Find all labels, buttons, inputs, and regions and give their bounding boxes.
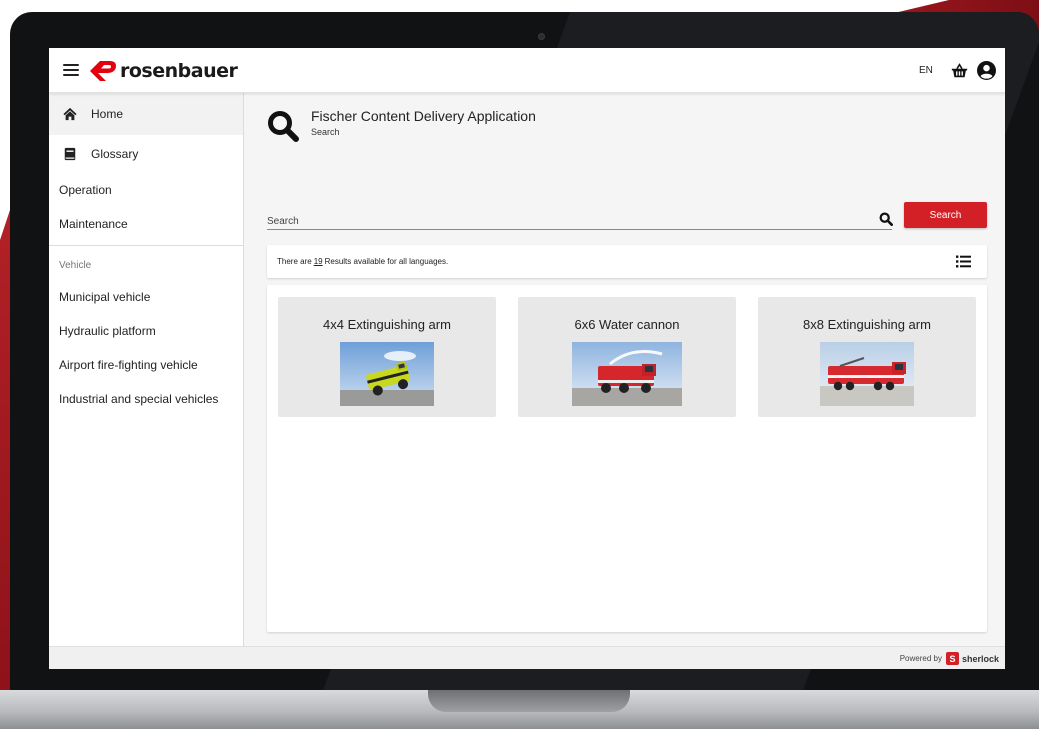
search-row: Search: [267, 202, 987, 230]
powered-by-label: Powered by: [899, 654, 942, 663]
app-screen: rosenbauer EN Home Glossary Operation Ma…: [49, 48, 1005, 669]
sidebar-item-glossary[interactable]: Glossary: [49, 135, 243, 173]
sidebar-item-home[interactable]: Home: [49, 93, 243, 135]
sidebar-section-vehicle: Vehicle: [59, 259, 92, 271]
search-input[interactable]: [267, 208, 892, 230]
page-header: Fischer Content Delivery Application Sea…: [267, 108, 536, 142]
results-summary: There are 19 Results available for all l…: [267, 245, 987, 278]
language-selector[interactable]: EN: [919, 65, 933, 76]
laptop-notch: [428, 690, 630, 712]
card-title: 8x8 Extinguishing arm: [803, 317, 931, 332]
sherlock-logo-icon: S: [945, 652, 959, 665]
book-icon: [64, 147, 76, 161]
sherlock-brand: sherlock: [961, 653, 999, 664]
results-suffix: Results available for all languages.: [324, 257, 449, 266]
webcam: [538, 33, 545, 40]
list-view-icon[interactable]: [956, 255, 971, 268]
main-content: Fischer Content Delivery Application Sea…: [245, 93, 1005, 646]
basket-icon[interactable]: [951, 62, 968, 79]
user-account-icon[interactable]: [977, 61, 996, 80]
page-title: Fischer Content Delivery Application: [311, 108, 536, 124]
card-title: 6x6 Water cannon: [574, 317, 680, 332]
rosenbauer-logo[interactable]: rosenbauer: [87, 58, 238, 84]
sidebar-item-maintenance[interactable]: Maintenance: [49, 207, 243, 241]
vehicle-image: [340, 342, 434, 406]
page-subtitle: Search: [311, 127, 340, 137]
search-submit-icon[interactable]: [879, 212, 893, 226]
hamburger-menu-icon[interactable]: [63, 62, 79, 78]
sidebar-item-label: Home: [91, 107, 124, 121]
rosenbauer-logo-mark: [90, 61, 116, 81]
sidebar-item-hydraulic-platform[interactable]: Hydraulic platform: [49, 314, 243, 348]
sidebar-item-label: Glossary: [91, 147, 139, 161]
results-panel: 4x4 Extinguishing arm 6x6 Water cannon 8…: [267, 285, 987, 632]
brand-name: rosenbauer: [120, 60, 238, 82]
vehicle-image: [820, 342, 914, 406]
top-bar: rosenbauer EN: [49, 48, 1005, 93]
results-prefix: There are: [277, 257, 312, 266]
sidebar-item-municipal-vehicle[interactable]: Municipal vehicle: [49, 280, 243, 314]
search-icon: [268, 111, 299, 142]
result-card-8x8[interactable]: 8x8 Extinguishing arm: [758, 297, 976, 417]
search-button[interactable]: Search: [904, 202, 987, 228]
home-icon: [63, 107, 77, 121]
powered-by[interactable]: Powered by S sherlock: [900, 652, 999, 665]
result-card-4x4[interactable]: 4x4 Extinguishing arm: [278, 297, 496, 417]
sidebar-navigation: Home Glossary Operation Maintenance Vehi…: [49, 93, 244, 646]
result-card-6x6[interactable]: 6x6 Water cannon: [518, 297, 736, 417]
card-title: 4x4 Extinguishing arm: [323, 317, 451, 332]
results-count[interactable]: 19: [314, 257, 323, 266]
sidebar-item-airport-fire-fighting-vehicle[interactable]: Airport fire-fighting vehicle: [49, 348, 243, 382]
sidebar-item-industrial-special-vehicles[interactable]: Industrial and special vehicles: [49, 382, 243, 416]
vehicle-image: [572, 342, 682, 406]
sidebar-divider: [49, 245, 243, 246]
footer: Powered by S sherlock: [49, 646, 1005, 669]
sidebar-item-operation[interactable]: Operation: [49, 173, 243, 207]
